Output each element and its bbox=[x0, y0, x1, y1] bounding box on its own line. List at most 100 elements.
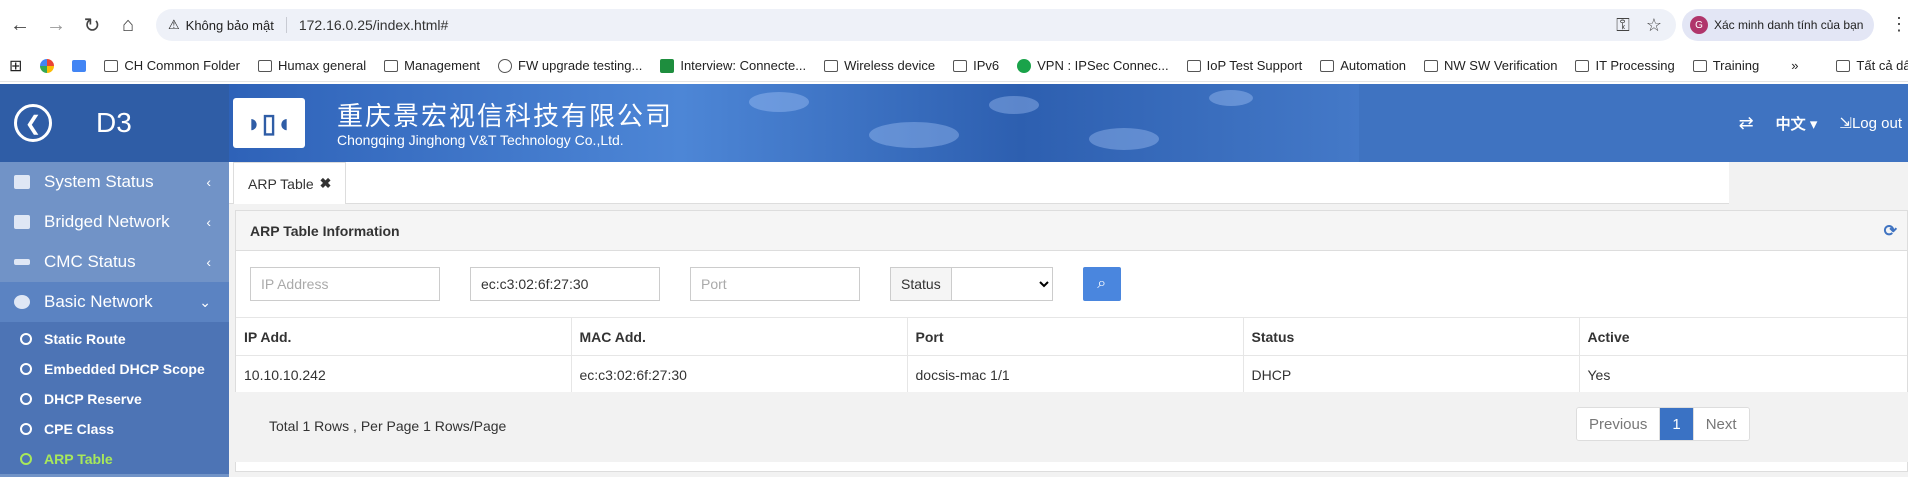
all-bookmarks-button[interactable]: Tất cả dấu trang bbox=[1827, 58, 1908, 73]
sidebar-subitem-cpe-class[interactable]: CPE Class bbox=[0, 414, 229, 444]
tab-arp-table[interactable]: ARP Table ✖ bbox=[233, 162, 347, 204]
key-icon[interactable]: ⚿ bbox=[1616, 15, 1630, 36]
status-label: Status bbox=[891, 268, 952, 300]
security-warning[interactable]: ⚠ Không bảo mật bbox=[168, 17, 287, 33]
chevron-down-icon: ⌄ bbox=[199, 293, 211, 310]
bookmark-folder[interactable]: IPv6 bbox=[944, 58, 1008, 73]
device-name: D3 bbox=[96, 107, 132, 138]
sidebar-subitem-arp-table[interactable]: ARP Table bbox=[0, 444, 229, 474]
status-select[interactable] bbox=[951, 268, 1052, 300]
folder-icon bbox=[384, 59, 399, 72]
table-cell: 10.10.10.242 bbox=[236, 355, 572, 394]
bookmark-folder[interactable]: IoP Test Support bbox=[1178, 58, 1312, 73]
bookmark-folder[interactable]: Management bbox=[375, 58, 489, 73]
bookmark-folder[interactable]: CH Common Folder bbox=[95, 58, 249, 73]
column-header[interactable]: Active bbox=[1579, 317, 1907, 356]
bookmarks-bar: ⊞ CH Common Folder Humax general Managem… bbox=[0, 50, 1908, 82]
bookmarks-overflow-button[interactable]: » bbox=[1782, 58, 1807, 73]
column-header[interactable]: IP Add. bbox=[236, 317, 572, 356]
sidebar-item-system-status[interactable]: System Status ‹ bbox=[0, 162, 229, 202]
table-row[interactable]: 10.10.10.242 ec:c3:02:6f:27:30 docsis-ma… bbox=[236, 355, 1907, 394]
globe-icon bbox=[14, 295, 30, 309]
ip-address-input[interactable] bbox=[250, 267, 440, 301]
bookmark-link[interactable]: VPN : IPSec Connec... bbox=[1008, 58, 1178, 73]
security-label: Không bảo mật bbox=[185, 17, 274, 33]
column-header[interactable]: Status bbox=[1243, 317, 1580, 356]
port-input[interactable] bbox=[690, 267, 860, 301]
table-cell: docsis-mac 1/1 bbox=[907, 355, 1244, 394]
close-icon[interactable]: ✖ bbox=[320, 175, 332, 192]
bookmark-folder[interactable]: NW SW Verification bbox=[1415, 58, 1566, 73]
sidebar-subitem-embedded-dhcp-scope[interactable]: Embedded DHCP Scope bbox=[0, 354, 229, 384]
folder-icon bbox=[1186, 59, 1201, 72]
monitor-icon bbox=[14, 175, 30, 189]
forward-arrow-icon[interactable]: → bbox=[40, 9, 72, 41]
company-name-en: Chongqing Jinghong V&T Technology Co.,Lt… bbox=[337, 132, 624, 148]
sidebar-subitem-dhcp-reserve[interactable]: DHCP Reserve bbox=[0, 384, 229, 414]
bookmark-link[interactable]: FW upgrade testing... bbox=[489, 58, 651, 73]
previous-button[interactable]: Previous bbox=[1577, 408, 1661, 440]
bookmark-folder[interactable]: Wireless device bbox=[815, 58, 944, 73]
arp-table: IP Add. MAC Add. Port Status Active 10.1… bbox=[236, 317, 1907, 394]
refresh-icon[interactable]: ⟳ bbox=[1884, 221, 1897, 241]
bookmark-folder[interactable]: Humax general bbox=[249, 58, 375, 73]
home-icon[interactable]: ⌂ bbox=[112, 9, 144, 41]
address-bar[interactable]: ⚠ Không bảo mật 172.16.0.25/index.html# … bbox=[156, 9, 1676, 41]
logout-button[interactable]: ⇲Log out bbox=[1839, 114, 1902, 132]
device-icon bbox=[14, 259, 30, 265]
search-button[interactable]: ⌕ bbox=[1082, 267, 1121, 301]
folder-icon bbox=[1320, 59, 1335, 72]
bookmark-folder[interactable]: Training bbox=[1684, 58, 1768, 73]
star-icon[interactable]: ☆ bbox=[1646, 15, 1662, 36]
refresh-icon[interactable]: ⇄ bbox=[1739, 113, 1754, 134]
circle-icon bbox=[20, 333, 32, 345]
bookmark-folder[interactable]: IT Processing bbox=[1566, 58, 1683, 73]
company-logo-icon: ◗▯◖ bbox=[233, 98, 305, 148]
sidebar: System Status ‹ Bridged Network ‹ CMC St… bbox=[0, 162, 229, 477]
folder-icon bbox=[1424, 59, 1439, 72]
sheet-icon bbox=[660, 58, 675, 73]
table-header-row: IP Add. MAC Add. Port Status Active bbox=[236, 317, 1907, 356]
folder-icon bbox=[258, 59, 272, 72]
folder-icon bbox=[1836, 59, 1851, 72]
bookmark-folder[interactable]: Automation bbox=[1311, 58, 1415, 73]
logout-icon: ⇲ bbox=[1839, 115, 1852, 132]
panel-title: ARP Table Information bbox=[250, 222, 400, 239]
circle-icon bbox=[20, 423, 32, 435]
profile-button[interactable]: G Xác minh danh tính của bạn bbox=[1682, 9, 1874, 41]
mac-address-input[interactable] bbox=[470, 267, 660, 301]
row-summary: Total 1 Rows , Per Page 1 Rows/Page bbox=[269, 418, 507, 434]
tab-strip: ARP Table ✖ bbox=[229, 162, 1729, 204]
circle-icon bbox=[20, 363, 32, 375]
company-banner: ◗▯◖ 重庆景宏视信科技有限公司 Chongqing Jinghong V&T … bbox=[229, 84, 1359, 162]
profile-label: Xác minh danh tính của bạn bbox=[1714, 18, 1864, 32]
reload-icon[interactable]: ↻ bbox=[76, 9, 108, 41]
avatar: G bbox=[1690, 16, 1708, 34]
sidebar-item-bridged-network[interactable]: Bridged Network ‹ bbox=[0, 202, 229, 242]
sidebar-item-basic-network[interactable]: Basic Network ⌄ bbox=[0, 282, 229, 322]
back-circle-icon[interactable]: ❮ bbox=[14, 104, 52, 142]
network-icon bbox=[14, 215, 30, 229]
back-arrow-icon[interactable]: ← bbox=[4, 9, 36, 41]
sidebar-subitem-static-route[interactable]: Static Route bbox=[0, 324, 229, 354]
folder-icon bbox=[1575, 59, 1590, 72]
translate-icon[interactable] bbox=[63, 59, 95, 72]
sidebar-item-cmc-status[interactable]: CMC Status ‹ bbox=[0, 242, 229, 282]
language-selector[interactable]: 中文 ▾ bbox=[1776, 113, 1818, 134]
page-button[interactable]: 1 bbox=[1660, 408, 1694, 440]
more-menu-icon[interactable]: ⋮ bbox=[1890, 14, 1908, 35]
url-text[interactable]: 172.16.0.25/index.html# bbox=[299, 17, 448, 33]
column-header[interactable]: Port bbox=[907, 317, 1244, 356]
folder-icon bbox=[104, 59, 119, 72]
table-footer: Total 1 Rows , Per Page 1 Rows/Page Prev… bbox=[229, 392, 1908, 462]
basic-network-submenu: Static Route Embedded DHCP Scope DHCP Re… bbox=[0, 322, 229, 474]
search-icon: ⌕ bbox=[1097, 275, 1107, 292]
chevron-left-icon: ‹ bbox=[206, 214, 211, 230]
table-cell: Yes bbox=[1579, 355, 1907, 394]
bookmark-link[interactable]: Interview: Connecte... bbox=[651, 58, 815, 73]
apps-icon[interactable]: ⊞ bbox=[0, 56, 31, 76]
google-icon[interactable] bbox=[31, 58, 63, 73]
column-header[interactable]: MAC Add. bbox=[571, 317, 908, 356]
circle-icon bbox=[20, 453, 32, 465]
next-button[interactable]: Next bbox=[1693, 408, 1749, 440]
